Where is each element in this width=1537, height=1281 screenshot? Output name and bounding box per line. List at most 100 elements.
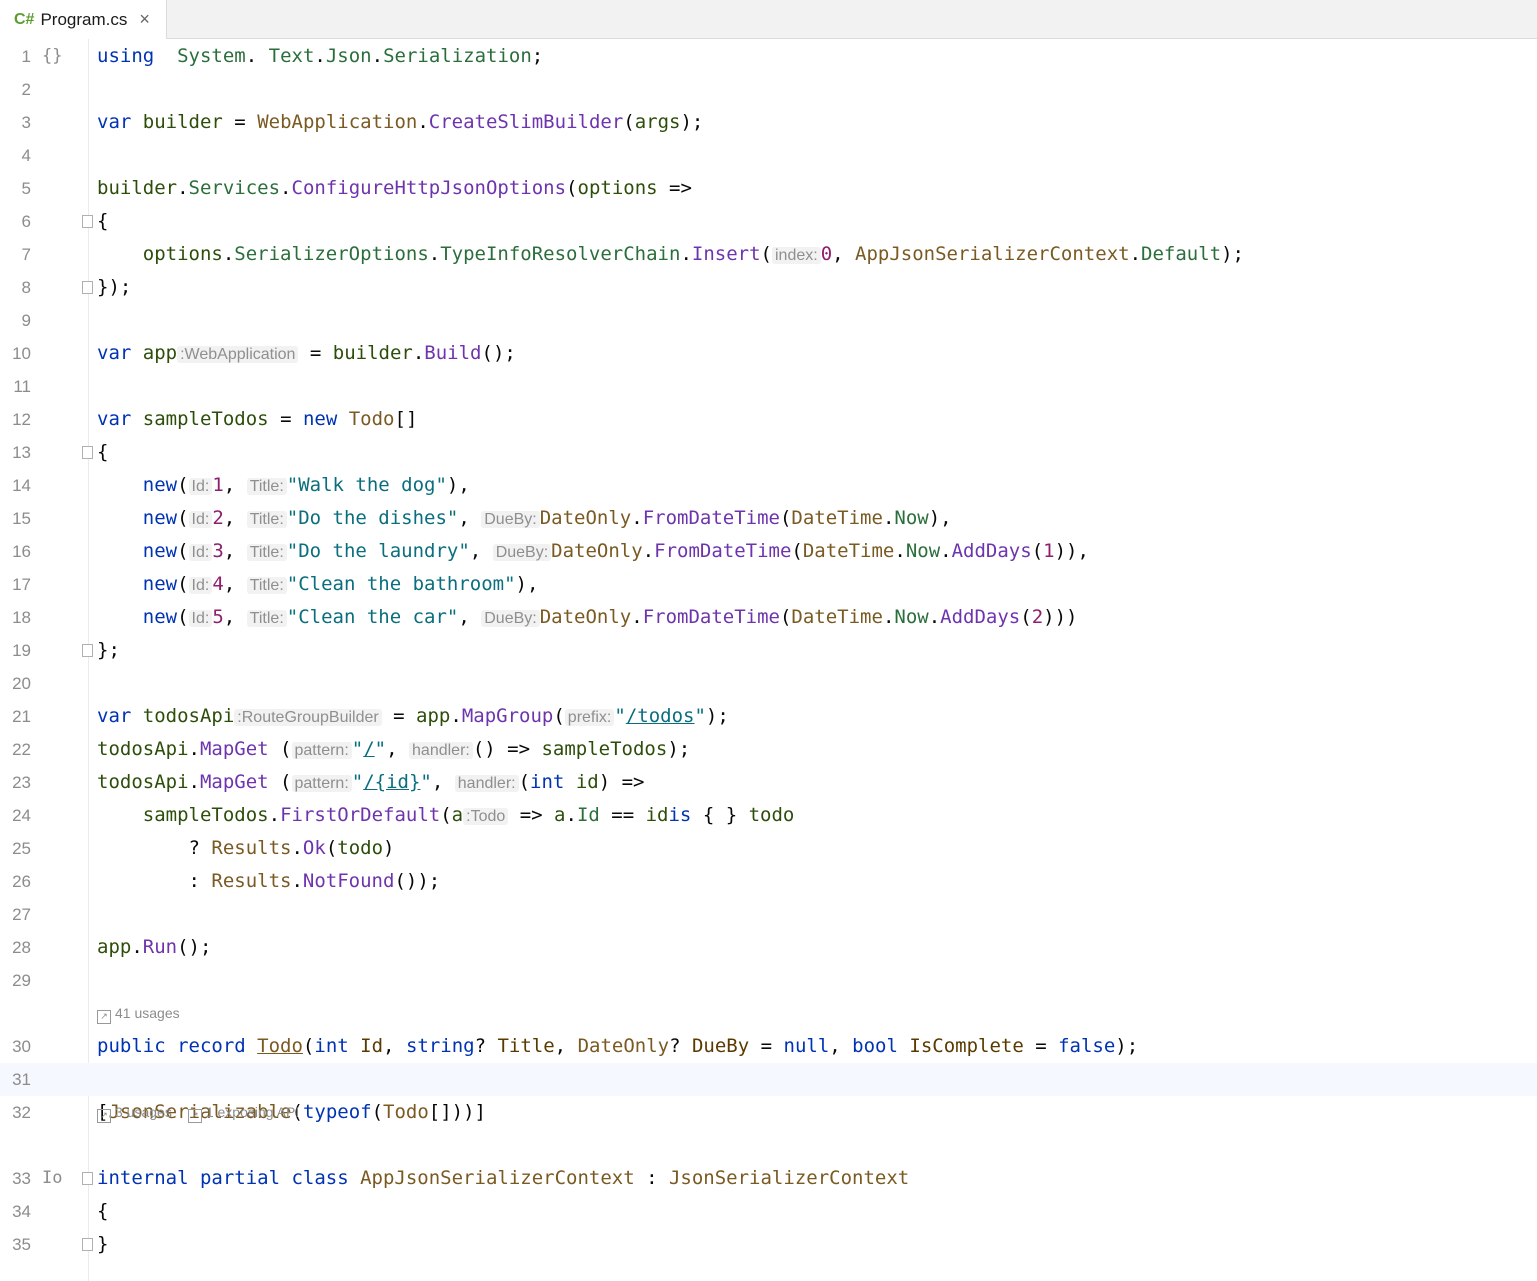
code-line[interactable]: 14 new(Id: 1, Title: "Walk the dog"), (0, 469, 1537, 502)
code-line[interactable]: 11 (0, 370, 1537, 403)
usages-icon: ↗ (97, 1010, 111, 1024)
code-line[interactable]: 20 (0, 667, 1537, 700)
line-number: 16 (12, 542, 31, 561)
line-number: 18 (12, 608, 31, 627)
line-number: 10 (12, 344, 31, 363)
code-line[interactable]: 35} (0, 1228, 1537, 1261)
fold-marker-icon[interactable] (82, 215, 93, 228)
code-line[interactable]: 23 todosApi.MapGet (pattern: "/{id}", hand… (0, 766, 1537, 799)
code-text: new(Id: 3, Title: "Do the laundry", DueBy:… (142, 540, 1089, 562)
fold-marker-icon[interactable] (82, 1238, 93, 1251)
code-line[interactable]: 33 internal partial class AppJsonSerializ… (0, 1162, 1537, 1195)
line-number: 30 (12, 1037, 31, 1056)
usages-link[interactable]: ↗ 3 usages (97, 1104, 172, 1123)
line-number: 33 (12, 1169, 31, 1188)
implementation-icon[interactable]: Io (42, 1168, 62, 1188)
code-line[interactable]: 12 var sampleTodos = new Todo[] (0, 403, 1537, 436)
code-line[interactable]: 30 public record Todo(int Id, string? Tit… (0, 1030, 1537, 1063)
csharp-file-icon: C# (14, 10, 35, 28)
code-line[interactable]: 17 new(Id: 4, Title: "Clean the bathroom")… (0, 568, 1537, 601)
line-number: 7 (21, 245, 31, 264)
fold-marker-icon[interactable] (82, 1172, 93, 1185)
line-number: 17 (12, 575, 31, 594)
line-number: 25 (12, 839, 31, 858)
code-line[interactable]: 27 (0, 898, 1537, 931)
tab-label: Program.cs (40, 9, 128, 29)
code-line[interactable]: 15 new(Id: 2, Title: "Do the dishes", DueB… (0, 502, 1537, 535)
line-number: 2 (21, 80, 31, 99)
code-text: { (97, 210, 109, 232)
code-line[interactable]: 2 (0, 73, 1537, 106)
editor-tab-bar: C# Program.cs × (0, 0, 1537, 39)
code-line[interactable]: 13 { (0, 436, 1537, 469)
code-line[interactable]: 4 (0, 139, 1537, 172)
code-text: public record Todo(int Id, string? Title… (97, 1035, 1139, 1057)
namespace-braces-icon[interactable]: {} (42, 46, 62, 66)
code-text: new(Id: 4, Title: "Clean the bathroom"), (142, 573, 539, 595)
line-number: 8 (21, 278, 31, 297)
fold-marker-icon[interactable] (82, 644, 93, 657)
line-number: 4 (21, 146, 31, 165)
code-line[interactable]: 9 (0, 304, 1537, 337)
code-text: using System. Text.Json.Serialization; (97, 45, 544, 67)
code-line[interactable]: 7 options.SerializerOptions.TypeInfoReso… (0, 238, 1537, 271)
code-line[interactable]: 28 app.Run(); (0, 931, 1537, 964)
code-text: }; (97, 639, 120, 661)
line-number: 29 (12, 971, 31, 990)
line-number: 15 (12, 509, 31, 528)
code-text: new(Id: 5, Title: "Clean the car", DueBy: D… (142, 606, 1078, 628)
line-number: 31 (12, 1070, 31, 1089)
tab-program-cs[interactable]: C# Program.cs × (0, 0, 167, 39)
code-text: } (97, 1233, 109, 1255)
line-number: 5 (21, 179, 31, 198)
fold-marker-icon[interactable] (82, 446, 93, 459)
line-number: 12 (12, 410, 31, 429)
code-line[interactable]: 22 todosApi.MapGet (pattern: "/", handler:… (0, 733, 1537, 766)
code-text: todosApi.MapGet (pattern: "/{id}", handle… (97, 771, 645, 793)
line-number: 23 (12, 773, 31, 792)
code-text: todosApi.MapGet (pattern: "/", handler:()… (97, 738, 691, 760)
code-line[interactable]: 18 new(Id: 5, Title: "Clean the car", DueB… (0, 601, 1537, 634)
code-line[interactable]: 16 new(Id: 3, Title: "Do the laundry", Due… (0, 535, 1537, 568)
code-line[interactable]: 24 sampleTodos.FirstOrDefault(a:Todo => … (0, 799, 1537, 832)
line-number: 14 (12, 476, 31, 495)
usages-icon: ↗ (97, 1109, 111, 1123)
code-text: var app:WebApplication = builder.Build()… (97, 342, 516, 364)
line-number: 26 (12, 872, 31, 891)
code-text: app.Run(); (97, 936, 212, 958)
code-text: builder.Services.ConfigureHttpJsonOption… (97, 177, 692, 199)
code-text: new(Id: 1, Title: "Walk the dog"), (142, 474, 470, 496)
codelens-todo: ↗ 41 usages (97, 997, 196, 1030)
code-line[interactable]: 21 var todosApi:RouteGroupBuilder = app.M… (0, 700, 1537, 733)
close-tab-icon[interactable]: × (139, 9, 150, 30)
code-line[interactable]: 6{ (0, 205, 1537, 238)
code-line[interactable]: 31 (0, 1063, 1537, 1096)
code-line[interactable]: 10 var app:WebApplication = builder.Build… (0, 337, 1537, 370)
line-number: 13 (12, 443, 31, 462)
code-text: }); (97, 276, 132, 298)
code-text: var todosApi:RouteGroupBuilder = app.Map… (97, 705, 729, 727)
line-number: 24 (12, 806, 31, 825)
code-text: ? Results.Ok(todo) (97, 837, 395, 859)
exposing-api-link[interactable]: ↗ 1 exposing API (187, 1104, 299, 1123)
usages-link[interactable]: ↗ 41 usages (97, 1005, 180, 1024)
line-number: 6 (21, 212, 31, 231)
line-number: 35 (12, 1235, 31, 1254)
line-number: 32 (12, 1103, 31, 1122)
code-line[interactable]: 29 (0, 964, 1537, 997)
code-line[interactable]: 26 : Results.NotFound()); (0, 865, 1537, 898)
code-line[interactable]: 19}; (0, 634, 1537, 667)
code-line[interactable]: 25 ? Results.Ok(todo) (0, 832, 1537, 865)
code-line[interactable]: 34 { (0, 1195, 1537, 1228)
code-text: var builder = WebApplication.CreateSlimB… (97, 111, 704, 133)
code-text: { (97, 1200, 109, 1222)
code-line[interactable]: 1 using System. Text.Json.Serialization; (0, 40, 1537, 73)
line-number: 21 (12, 707, 31, 726)
code-line[interactable]: 5 builder.Services.ConfigureHttpJsonOptio… (0, 172, 1537, 205)
usages-link-label: 3 usages (115, 1104, 172, 1120)
line-number: 9 (21, 311, 31, 330)
code-line[interactable]: 3 var builder = WebApplication.CreateSlim… (0, 106, 1537, 139)
code-line[interactable]: 8}); (0, 271, 1537, 304)
fold-marker-icon[interactable] (82, 281, 93, 294)
code-text: options.SerializerOptions.TypeInfoResolv… (142, 243, 1244, 265)
